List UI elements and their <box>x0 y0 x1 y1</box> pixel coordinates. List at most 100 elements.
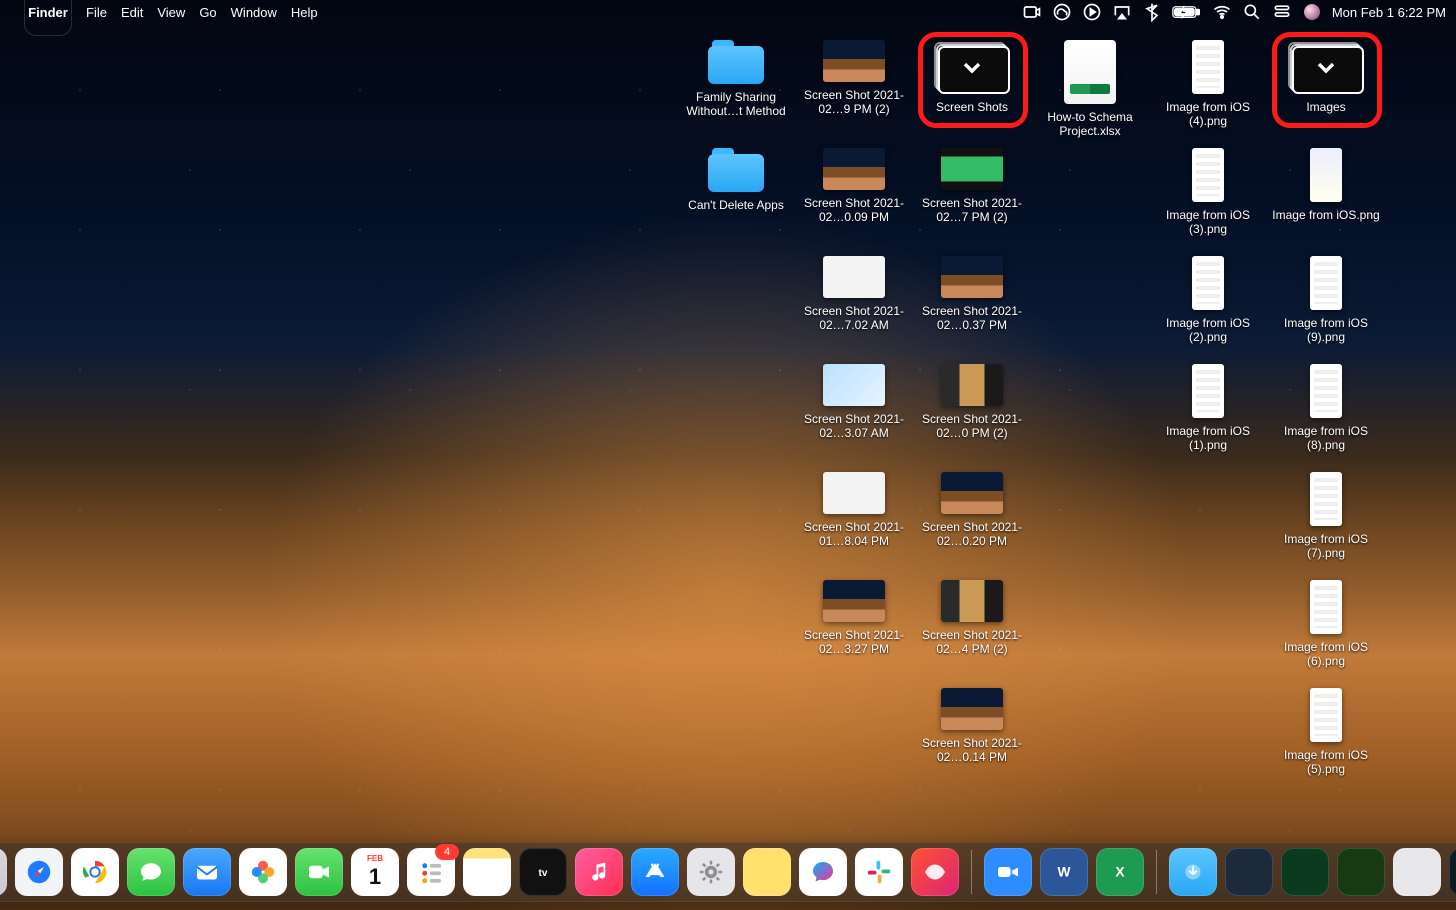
desktop-icon-label: Screen Shot 2021-02…9 PM (2) <box>795 88 913 116</box>
desktop-icon-label: Image from iOS (3).png <box>1149 208 1267 236</box>
desktop-icon-label: Screen Shot 2021-02…3.07 AM <box>795 412 913 440</box>
desktop-icon[interactable]: Screen Shot 2021-02…0.20 PM <box>913 472 1031 548</box>
desktop-icon[interactable]: Screen Shot 2021-02…3.27 PM <box>795 580 913 656</box>
desktop-icon-label: Screen Shot 2021-02…4 PM (2) <box>913 628 1031 656</box>
desktop-icon-label: Screen Shot 2021-02…0.37 PM <box>913 304 1031 332</box>
dock-mail[interactable] <box>183 848 231 896</box>
desktop-icon-label: Screen Shot 2021-01…8.04 PM <box>795 520 913 548</box>
desktop-icon[interactable]: Screen Shot 2021-02…7.02 AM <box>795 256 913 332</box>
dock-tv[interactable]: tv <box>519 848 567 896</box>
dock-reminders[interactable]: 4 <box>407 848 455 896</box>
dock-downloads[interactable] <box>1169 848 1217 896</box>
desktop-icon[interactable]: Screen Shot 2021-02…0 PM (2) <box>913 364 1031 440</box>
desktop-icon[interactable]: Screen Shot 2021-02…0.09 PM <box>795 148 913 224</box>
dock-zoom[interactable] <box>984 848 1032 896</box>
dock-messenger[interactable] <box>799 848 847 896</box>
desktop-icon[interactable]: Image from iOS (1).png <box>1149 364 1267 452</box>
desktop-icon-label: Screen Shot 2021-02…0.20 PM <box>913 520 1031 548</box>
dock-word[interactable]: W <box>1040 848 1088 896</box>
desktop[interactable]: Finder File Edit View Go Window Help Mon… <box>0 0 1456 910</box>
dock-separator-1 <box>971 850 972 894</box>
menu-file[interactable]: File <box>86 5 107 20</box>
wifi-icon[interactable] <box>1212 4 1232 20</box>
desktop-icon-label: Family Sharing Without…t Method <box>677 90 795 118</box>
dock-notes[interactable] <box>463 848 511 896</box>
camera-status-icon[interactable] <box>1022 4 1042 20</box>
menu-bar: Finder File Edit View Go Window Help Mon… <box>0 0 1456 24</box>
dock-launchpad[interactable] <box>0 848 7 896</box>
menu-help[interactable]: Help <box>291 5 318 20</box>
desktop-icon-label: Screen Shot 2021-02…7 PM (2) <box>913 196 1031 224</box>
dock-calendar[interactable]: FEB1 <box>351 848 399 896</box>
calendar-day: 1 <box>351 864 399 890</box>
dock-minimized-window-5[interactable] <box>1449 848 1456 896</box>
desktop-icon-label: Image from iOS (9).png <box>1267 316 1385 344</box>
menu-edit[interactable]: Edit <box>121 5 143 20</box>
spotlight-icon[interactable] <box>1242 4 1262 20</box>
desktop-icon[interactable]: Screen Shot 2021-01…8.04 PM <box>795 472 913 548</box>
desktop-icon[interactable]: Screen Shot 2021-02…0.14 PM <box>913 688 1031 764</box>
desktop-icon[interactable]: Image from iOS (5).png <box>1267 688 1385 776</box>
desktop-icon[interactable]: Image from iOS (4).png <box>1149 40 1267 128</box>
desktop-icon[interactable]: Image from iOS (7).png <box>1267 472 1385 560</box>
desktop-icon[interactable]: Images <box>1267 40 1385 114</box>
menu-window[interactable]: Window <box>231 5 277 20</box>
bluetooth-icon[interactable] <box>1142 4 1162 20</box>
battery-icon[interactable] <box>1172 4 1202 20</box>
desktop-icon-label: Images <box>1306 100 1345 114</box>
dock: FEB1 4 tv W X <box>0 842 1456 902</box>
dock-photos[interactable] <box>239 848 287 896</box>
desktop-icon[interactable]: Screen Shot 2021-02…9 PM (2) <box>795 40 913 116</box>
desktop-icon[interactable]: Image from iOS.png <box>1267 148 1385 222</box>
dock-appstore[interactable] <box>631 848 679 896</box>
desktop-icon[interactable]: Screen Shot 2021-02…7 PM (2) <box>913 148 1031 224</box>
desktop-icon[interactable]: How-to Schema Project.xlsx <box>1031 40 1149 138</box>
control-center-icon[interactable] <box>1272 4 1292 20</box>
creative-cloud-icon[interactable] <box>1052 4 1072 20</box>
dock-minimized-window-2[interactable] <box>1281 848 1329 896</box>
desktop-icon[interactable]: Image from iOS (2).png <box>1149 256 1267 344</box>
dock-flux[interactable] <box>911 848 959 896</box>
desktop-icon[interactable]: Screen Shot 2021-02…3.07 AM <box>795 364 913 440</box>
airplay-icon[interactable] <box>1112 4 1132 20</box>
svg-text:tv: tv <box>539 868 548 879</box>
now-playing-icon[interactable] <box>1082 4 1102 20</box>
desktop-icon[interactable]: Screen Shot 2021-02…0.37 PM <box>913 256 1031 332</box>
desktop-icon-label: Can't Delete Apps <box>688 198 784 212</box>
desktop-icons: Family Sharing Without…t Method Can't Del… <box>0 24 1456 810</box>
desktop-icon-label: Screen Shot 2021-02…3.27 PM <box>795 628 913 656</box>
menu-go[interactable]: Go <box>199 5 216 20</box>
svg-text:W: W <box>1058 864 1071 879</box>
dock-system-preferences[interactable] <box>687 848 735 896</box>
desktop-icon-label: Screen Shot 2021-02…0.14 PM <box>913 736 1031 764</box>
dock-minimized-window-1[interactable] <box>1225 848 1273 896</box>
dock-wrap: FEB1 4 tv W X <box>0 842 1456 902</box>
desktop-icon[interactable]: Image from iOS (6).png <box>1267 580 1385 668</box>
dock-stickies[interactable] <box>743 848 791 896</box>
user-avatar[interactable] <box>1302 4 1322 20</box>
dock-facetime[interactable] <box>295 848 343 896</box>
dock-excel[interactable]: X <box>1096 848 1144 896</box>
dock-music[interactable] <box>575 848 623 896</box>
dock-slack[interactable] <box>855 848 903 896</box>
desktop-icon-label: Image from iOS (8).png <box>1267 424 1385 452</box>
dock-minimized-window-4[interactable] <box>1393 848 1441 896</box>
desktop-icon[interactable]: Screen Shot 2021-02…4 PM (2) <box>913 580 1031 656</box>
desktop-icon[interactable]: Screen Shots <box>913 40 1031 114</box>
dock-messages[interactable] <box>127 848 175 896</box>
menu-view[interactable]: View <box>157 5 185 20</box>
desktop-icon-label: Image from iOS (2).png <box>1149 316 1267 344</box>
dock-separator-2 <box>1156 850 1157 894</box>
desktop-icon[interactable]: Image from iOS (8).png <box>1267 364 1385 452</box>
dock-chrome[interactable] <box>71 848 119 896</box>
desktop-icon[interactable]: Family Sharing Without…t Method <box>677 40 795 118</box>
desktop-icon[interactable]: Can't Delete Apps <box>677 148 795 212</box>
desktop-icon-label: Image from iOS (6).png <box>1267 640 1385 668</box>
dock-safari[interactable] <box>15 848 63 896</box>
desktop-icon[interactable]: Image from iOS (9).png <box>1267 256 1385 344</box>
desktop-icon-label: Screen Shot 2021-02…7.02 AM <box>795 304 913 332</box>
desktop-icon-label: Screen Shot 2021-02…0 PM (2) <box>913 412 1031 440</box>
dock-minimized-window-3[interactable] <box>1337 848 1385 896</box>
desktop-icon[interactable]: Image from iOS (3).png <box>1149 148 1267 236</box>
clock[interactable]: Mon Feb 1 6:22 PM <box>1332 5 1446 20</box>
